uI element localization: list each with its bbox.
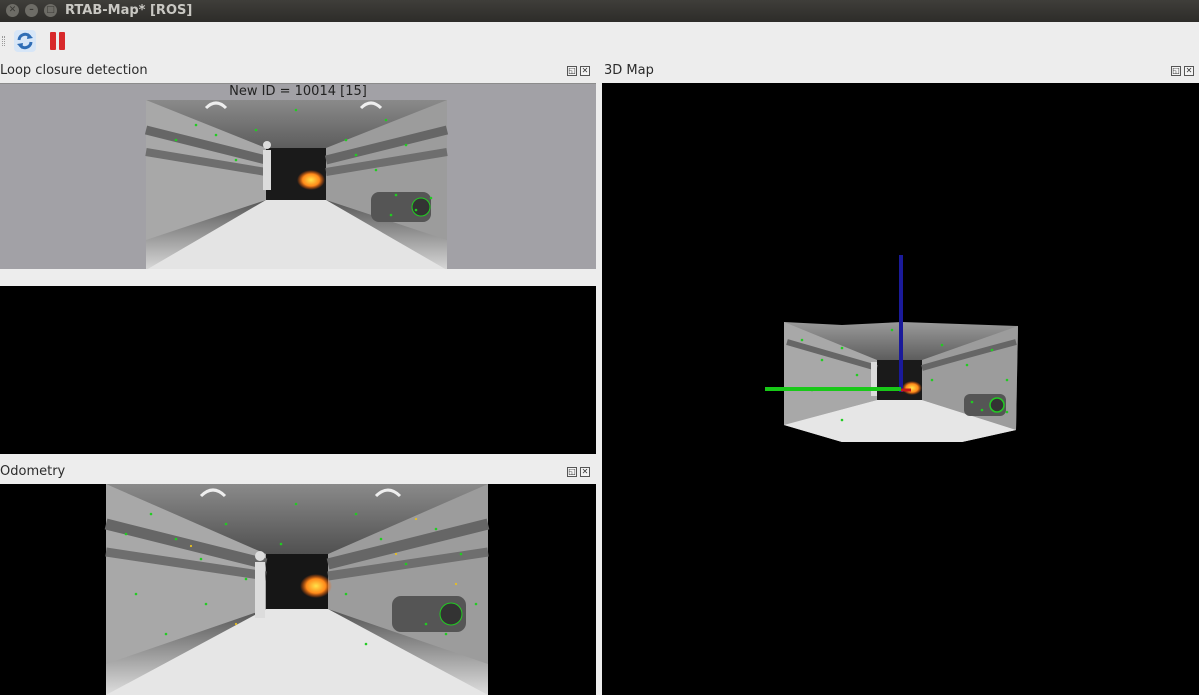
map3d-view[interactable] xyxy=(602,83,1199,695)
refresh-button[interactable] xyxy=(13,29,37,53)
window-titlebar: ✕ – □ RTAB-Map* [ROS] xyxy=(0,0,1199,22)
close-icon[interactable]: ✕ xyxy=(580,66,590,76)
map3d-title: 3D Map xyxy=(604,63,654,78)
loop-closure-view xyxy=(0,83,596,270)
loop-closure-image xyxy=(144,100,449,270)
loop-separator xyxy=(0,269,596,286)
float-icon[interactable]: ◱ xyxy=(567,66,577,76)
close-icon[interactable]: ✕ xyxy=(580,467,590,477)
map3d-dock-buttons: ◱ ✕ xyxy=(1171,66,1194,76)
maximize-window-button[interactable]: □ xyxy=(44,4,57,17)
loop-closure-dock-buttons: ◱ ✕ xyxy=(567,66,590,76)
toolbar-grip[interactable] xyxy=(2,36,5,46)
close-icon[interactable]: ✕ xyxy=(1184,66,1194,76)
refresh-icon xyxy=(14,30,36,52)
new-id-label: New ID = 10014 [15] xyxy=(229,84,367,99)
pause-button[interactable] xyxy=(46,29,70,53)
minimize-window-button[interactable]: – xyxy=(25,4,38,17)
pause-icon xyxy=(50,32,65,50)
map3d-cloud xyxy=(765,255,1018,442)
odometry-title: Odometry xyxy=(0,464,66,479)
odometry-view xyxy=(0,484,596,695)
loop-closure-match-view xyxy=(0,286,596,454)
loop-closure-title: Loop closure detection xyxy=(0,63,148,78)
window-title: RTAB-Map* [ROS] xyxy=(65,3,193,18)
odometry-image xyxy=(104,484,490,695)
odometry-dock-buttons: ◱ ✕ xyxy=(567,467,590,477)
float-icon[interactable]: ◱ xyxy=(567,467,577,477)
close-window-button[interactable]: ✕ xyxy=(6,4,19,17)
toolbar xyxy=(0,22,1199,60)
float-icon[interactable]: ◱ xyxy=(1171,66,1181,76)
